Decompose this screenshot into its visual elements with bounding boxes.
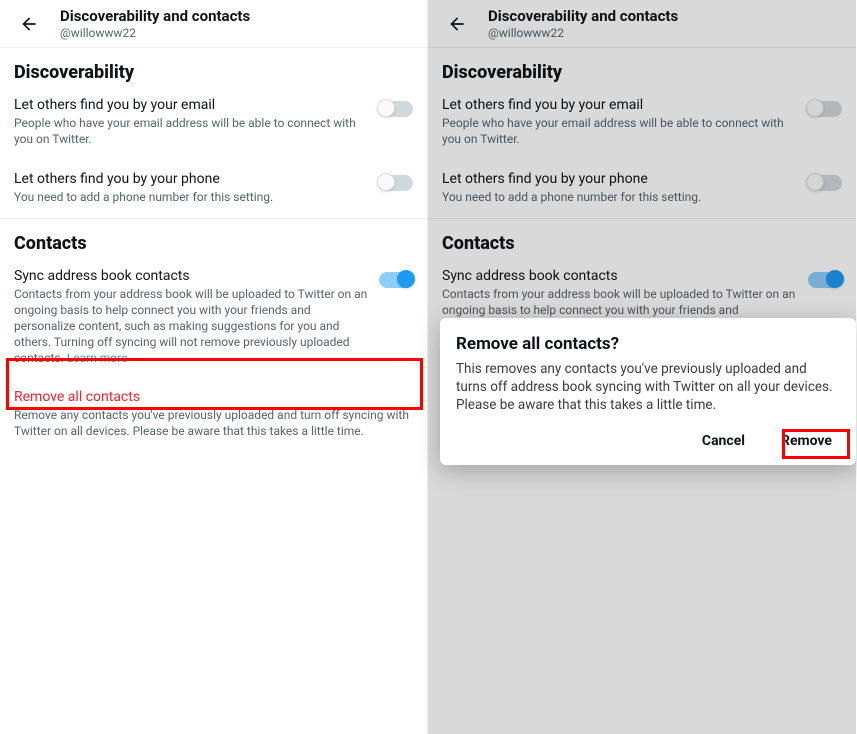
settings-pane-dialog: Discoverability and contacts @willowww22… [428, 0, 856, 734]
setting-title: Sync address book contacts [442, 268, 798, 284]
toggle-find-by-email[interactable] [379, 101, 413, 117]
contacts-heading: Contacts [0, 219, 427, 256]
setting-desc: You need to add a phone number for this … [442, 189, 798, 205]
toggle-find-by-email[interactable] [808, 101, 842, 117]
toggle-find-by-phone[interactable] [379, 175, 413, 191]
setting-title: Let others find you by your email [442, 97, 798, 113]
cancel-button[interactable]: Cancel [694, 427, 753, 455]
header-titles: Discoverability and contacts @willowww22 [60, 7, 250, 40]
dialog-actions: Cancel Remove [456, 427, 840, 455]
toggle-sync-contacts[interactable] [379, 272, 413, 288]
remove-contacts-dialog: Remove all contacts? This removes any co… [440, 318, 856, 465]
learn-more-link[interactable]: Learn more [67, 351, 128, 365]
page-title: Discoverability and contacts [60, 7, 250, 25]
setting-desc: People who have your email address will … [442, 115, 798, 147]
username: @willowww22 [488, 26, 678, 40]
contacts-heading: Contacts [428, 219, 856, 256]
page-title: Discoverability and contacts [488, 7, 678, 25]
remove-all-contacts-row[interactable]: Remove all contacts Remove any contacts … [0, 379, 427, 451]
setting-desc: People who have your email address will … [14, 115, 369, 147]
arrow-left-icon [447, 14, 467, 34]
remove-title: Remove all contacts [14, 389, 413, 405]
toggle-sync-contacts[interactable] [808, 272, 842, 288]
setting-title: Let others find you by your phone [442, 171, 798, 187]
remove-desc: Remove any contacts you've previously up… [14, 407, 413, 439]
header-titles: Discoverability and contacts @willowww22 [488, 7, 678, 40]
setting-desc: You need to add a phone number for this … [14, 189, 369, 205]
setting-find-by-phone[interactable]: Let others find you by your phone You ne… [428, 159, 856, 218]
header: Discoverability and contacts @willowww22 [0, 0, 427, 48]
dialog-title: Remove all contacts? [456, 334, 840, 354]
setting-find-by-email[interactable]: Let others find you by your email People… [428, 85, 856, 159]
header: Discoverability and contacts @willowww22 [428, 0, 856, 48]
setting-title: Let others find you by your phone [14, 171, 369, 187]
settings-pane-before: Discoverability and contacts @willowww22… [0, 0, 428, 734]
remove-button[interactable]: Remove [773, 427, 840, 455]
discoverability-heading: Discoverability [0, 48, 427, 85]
toggle-find-by-phone[interactable] [808, 175, 842, 191]
setting-find-by-email[interactable]: Let others find you by your email People… [0, 85, 427, 159]
dialog-body: This removes any contacts you've previou… [456, 360, 840, 415]
setting-find-by-phone[interactable]: Let others find you by your phone You ne… [0, 159, 427, 218]
discoverability-heading: Discoverability [428, 48, 856, 85]
back-button[interactable] [440, 7, 474, 41]
setting-title: Sync address book contacts [14, 268, 369, 284]
back-button[interactable] [12, 7, 46, 41]
username: @willowww22 [60, 26, 250, 40]
arrow-left-icon [19, 14, 39, 34]
setting-sync-contacts[interactable]: Sync address book contacts Contacts from… [0, 256, 427, 379]
setting-desc: Contacts from your address book will be … [14, 286, 369, 367]
setting-title: Let others find you by your email [14, 97, 369, 113]
